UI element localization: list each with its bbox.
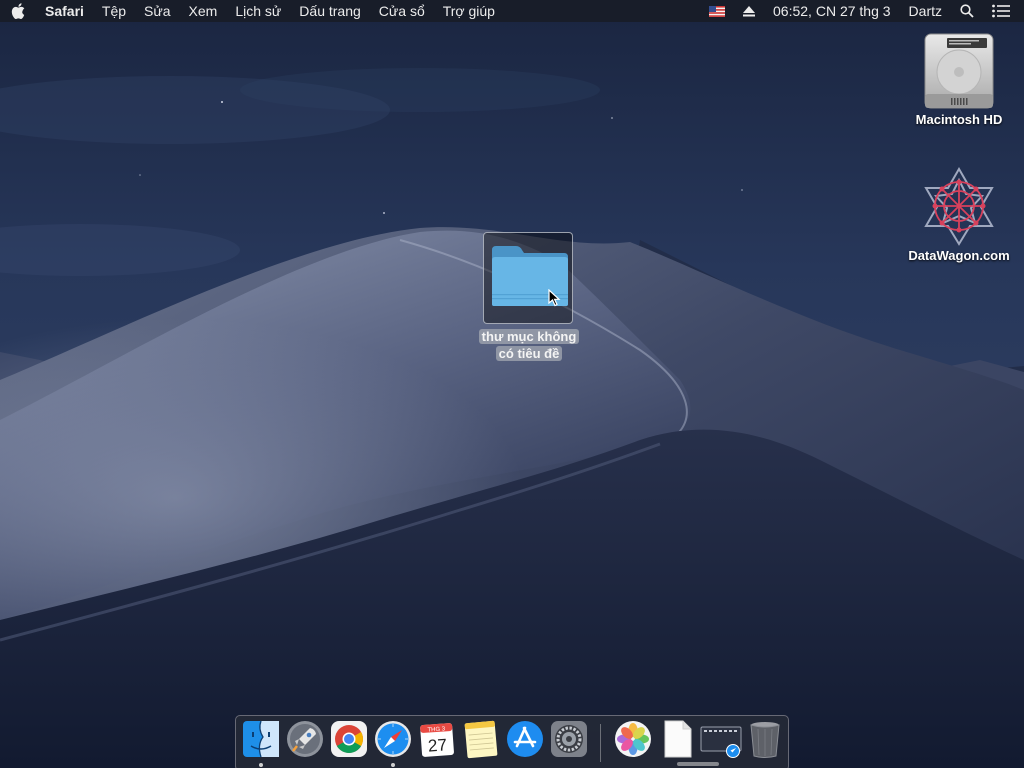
desktop-icon-label: DataWagon.com (908, 248, 1010, 263)
calendar-icon: THG 3 27 (420, 723, 454, 757)
launchpad-icon (287, 721, 323, 757)
menu-edit[interactable]: Sửa (135, 0, 180, 22)
dock: THG 3 27 (235, 715, 789, 768)
screenshot-stack-icon (700, 726, 742, 758)
user-menu[interactable]: Dartz (900, 0, 951, 22)
photos-icon (615, 721, 651, 757)
menu-window[interactable]: Cửa sổ (370, 0, 434, 22)
app-store-icon (507, 721, 543, 757)
menu-bookmarks[interactable]: Dấu trang (290, 0, 369, 22)
desktop-icon-macintosh-hd[interactable]: Macintosh HD (902, 30, 1016, 128)
menu-history[interactable]: Lịch sử (226, 0, 290, 22)
dock-item-notes[interactable] (461, 719, 501, 761)
dock-scroll-indicator (677, 762, 719, 766)
hard-drive-icon (924, 33, 994, 109)
trash-icon (750, 722, 780, 758)
dock-item-app-store[interactable] (505, 719, 545, 761)
folder-label-text: thư mục không có tiêu đề (478, 329, 580, 361)
document-icon (664, 720, 692, 758)
dock-item-finder[interactable] (241, 719, 281, 761)
search-icon[interactable] (951, 4, 983, 18)
dock-item-photos[interactable] (613, 719, 653, 761)
calendar-day: 27 (427, 735, 447, 755)
dock-separator (600, 724, 601, 762)
menu-file[interactable]: Tệp (93, 0, 135, 22)
running-indicator (259, 763, 263, 767)
chrome-icon (331, 721, 367, 757)
dock-item-document[interactable] (657, 719, 697, 761)
dock-item-system-preferences[interactable] (549, 719, 589, 761)
system-preferences-icon (551, 721, 587, 757)
clock[interactable]: 06:52, CN 27 thg 3 (764, 0, 900, 22)
mouse-cursor-icon (548, 289, 561, 307)
calendar-month: THG 3 (427, 726, 446, 733)
desktop-icon-datawagon[interactable]: DataWagon.com (896, 166, 1022, 264)
dock-item-safari[interactable] (373, 719, 413, 761)
dock-item-screenshot[interactable] (699, 719, 742, 761)
menu-view[interactable]: Xem (180, 0, 227, 22)
safari-icon (375, 721, 411, 757)
running-indicator (391, 763, 395, 767)
wallpaper (0, 0, 1024, 768)
us-flag-icon[interactable] (700, 5, 734, 17)
finder-icon (243, 720, 279, 758)
dock-item-chrome[interactable] (329, 719, 369, 761)
notification-center-icon[interactable] (983, 4, 1024, 18)
desktop[interactable]: Safari Tệp Sửa Xem Lịch sử Dấu trang Cửa… (0, 0, 1024, 768)
dock-item-calendar[interactable]: THG 3 27 (417, 719, 457, 761)
apple-menu-icon[interactable] (0, 0, 36, 22)
menu-bar: Safari Tệp Sửa Xem Lịch sử Dấu trang Cửa… (0, 0, 1024, 22)
eject-icon[interactable] (734, 5, 764, 17)
folder-label[interactable]: thư mục không có tiêu đề (476, 328, 582, 362)
menu-help[interactable]: Trợ giúp (434, 0, 504, 22)
dock-item-launchpad[interactable] (285, 719, 325, 761)
notes-icon (464, 720, 498, 759)
datawagon-logo-icon (924, 167, 994, 246)
dock-item-trash[interactable] (745, 719, 785, 761)
desktop-icon-label: Macintosh HD (915, 112, 1003, 127)
menu-app-safari[interactable]: Safari (36, 0, 93, 22)
